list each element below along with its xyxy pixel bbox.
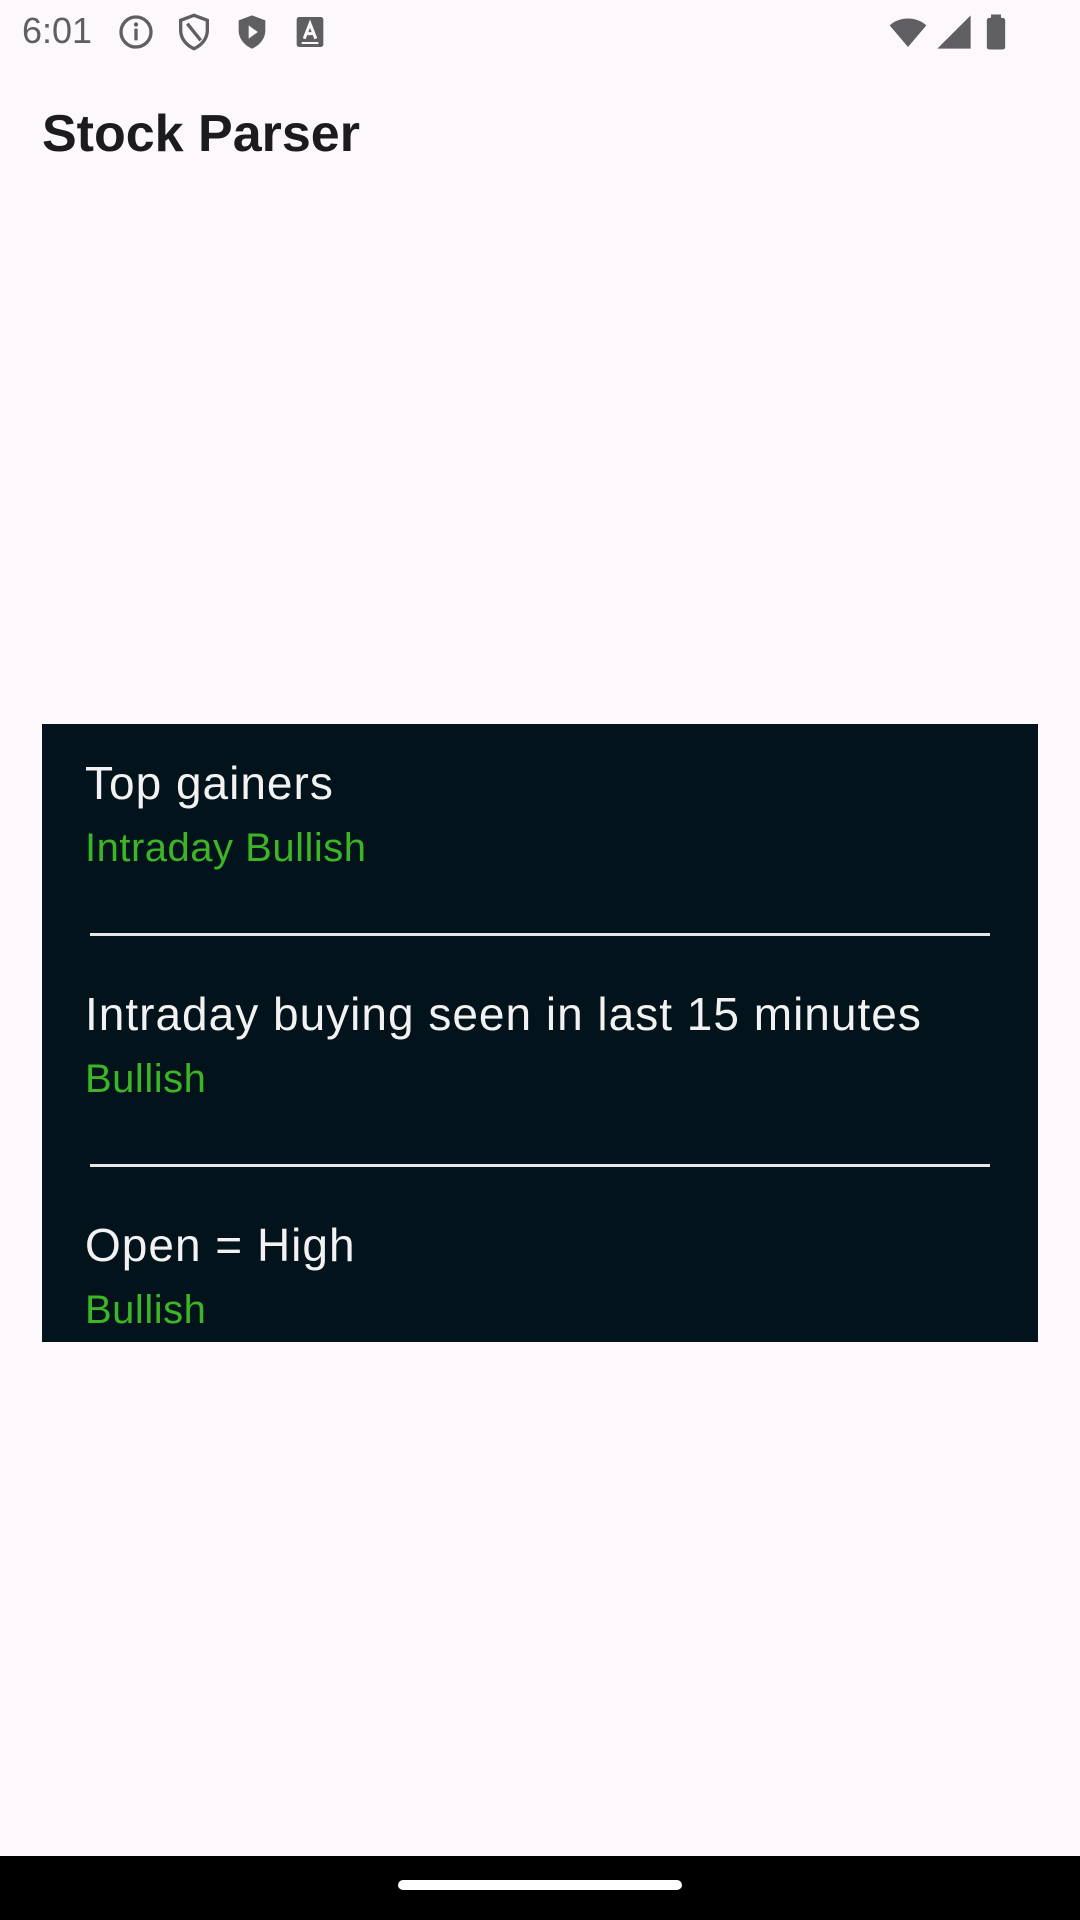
list-item-subtitle: Bullish: [85, 1057, 207, 1101]
status-time: 6:01: [22, 10, 93, 51]
divider: [90, 1164, 990, 1167]
list-item-top-gainers[interactable]: Top gainers Intraday Bullish: [42, 724, 1038, 955]
list-item-subtitle: Intraday Bullish: [85, 826, 367, 870]
list-item-intraday-buying[interactable]: Intraday buying seen in last 15 minutes …: [42, 955, 1038, 1186]
signals-card: Top gainers Intraday Bullish Intraday bu…: [42, 724, 1038, 1342]
list-item-open-equals-high[interactable]: Open = High Bullish: [42, 1186, 1038, 1342]
list-item-title: Open = High: [85, 1219, 356, 1271]
navigation-bar: [0, 1856, 1080, 1920]
wifi-icon: [888, 12, 928, 52]
list-item-title: Top gainers: [85, 757, 334, 809]
status-bar: 6:01: [0, 0, 1080, 64]
shield-icon: [174, 12, 214, 52]
list-item-title: Intraday buying seen in last 15 minutes: [85, 988, 922, 1040]
battery-icon: [976, 12, 1016, 52]
info-icon: [116, 12, 156, 52]
list-item-subtitle: Bullish: [85, 1288, 207, 1332]
font-a-icon: [290, 12, 330, 52]
home-gesture-handle[interactable]: [398, 1880, 682, 1890]
page-title: Stock Parser: [42, 105, 360, 163]
cellular-signal-icon: [934, 12, 974, 52]
play-shield-icon: [232, 12, 272, 52]
divider: [90, 933, 990, 936]
